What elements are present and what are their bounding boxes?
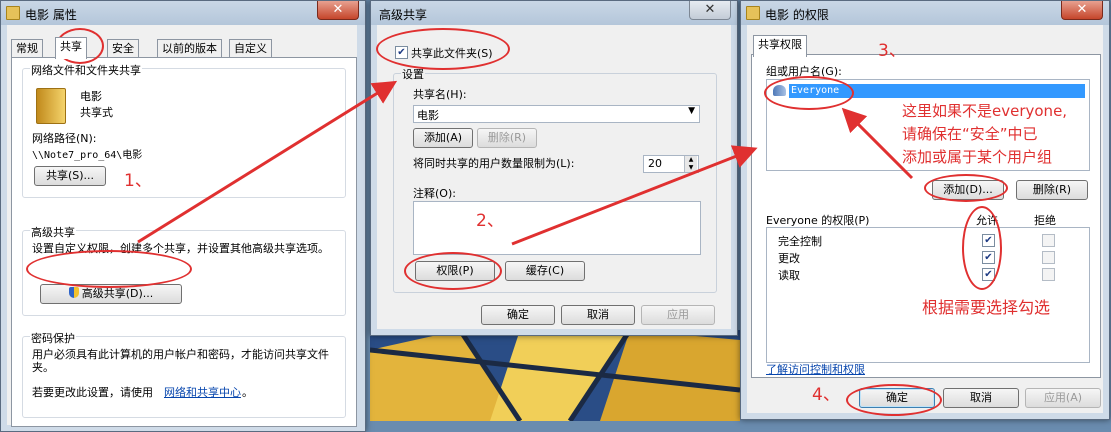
highlight-allow-column [962,206,1002,290]
highlight-advanced-sharing [26,250,192,288]
arrow-1 [137,80,398,244]
tab-share-permissions[interactable]: 共享权限 [753,35,807,57]
note-everyone-line-3: 添加或属于某个用户组 [902,148,1053,166]
step-3-label: 3、 [878,41,906,61]
step-4-label: 4、 [812,385,840,405]
highlight-share-checkbox [376,28,510,70]
highlight-ok-button [846,384,942,416]
step-2-label: 2、 [476,211,504,231]
note-select-checkboxes: 根据需要选择勾选 [922,298,1051,317]
arrow-2 [511,145,758,246]
note-everyone: 这里如果不是everyone, 请确保在“安全”中已 添加或属于某个用户组 [902,100,1067,169]
highlight-permissions-button [404,252,502,290]
annotation-arrows [137,80,914,246]
highlight-add-user-button [924,174,1008,202]
note-everyone-line-2: 请确保在“安全”中已 [902,125,1038,143]
note-everyone-line-1: 这里如果不是everyone, [902,102,1068,120]
highlight-everyone [764,76,854,110]
step-1-label: 1、 [124,171,152,191]
tab-sharing[interactable]: 共享 [55,37,87,59]
